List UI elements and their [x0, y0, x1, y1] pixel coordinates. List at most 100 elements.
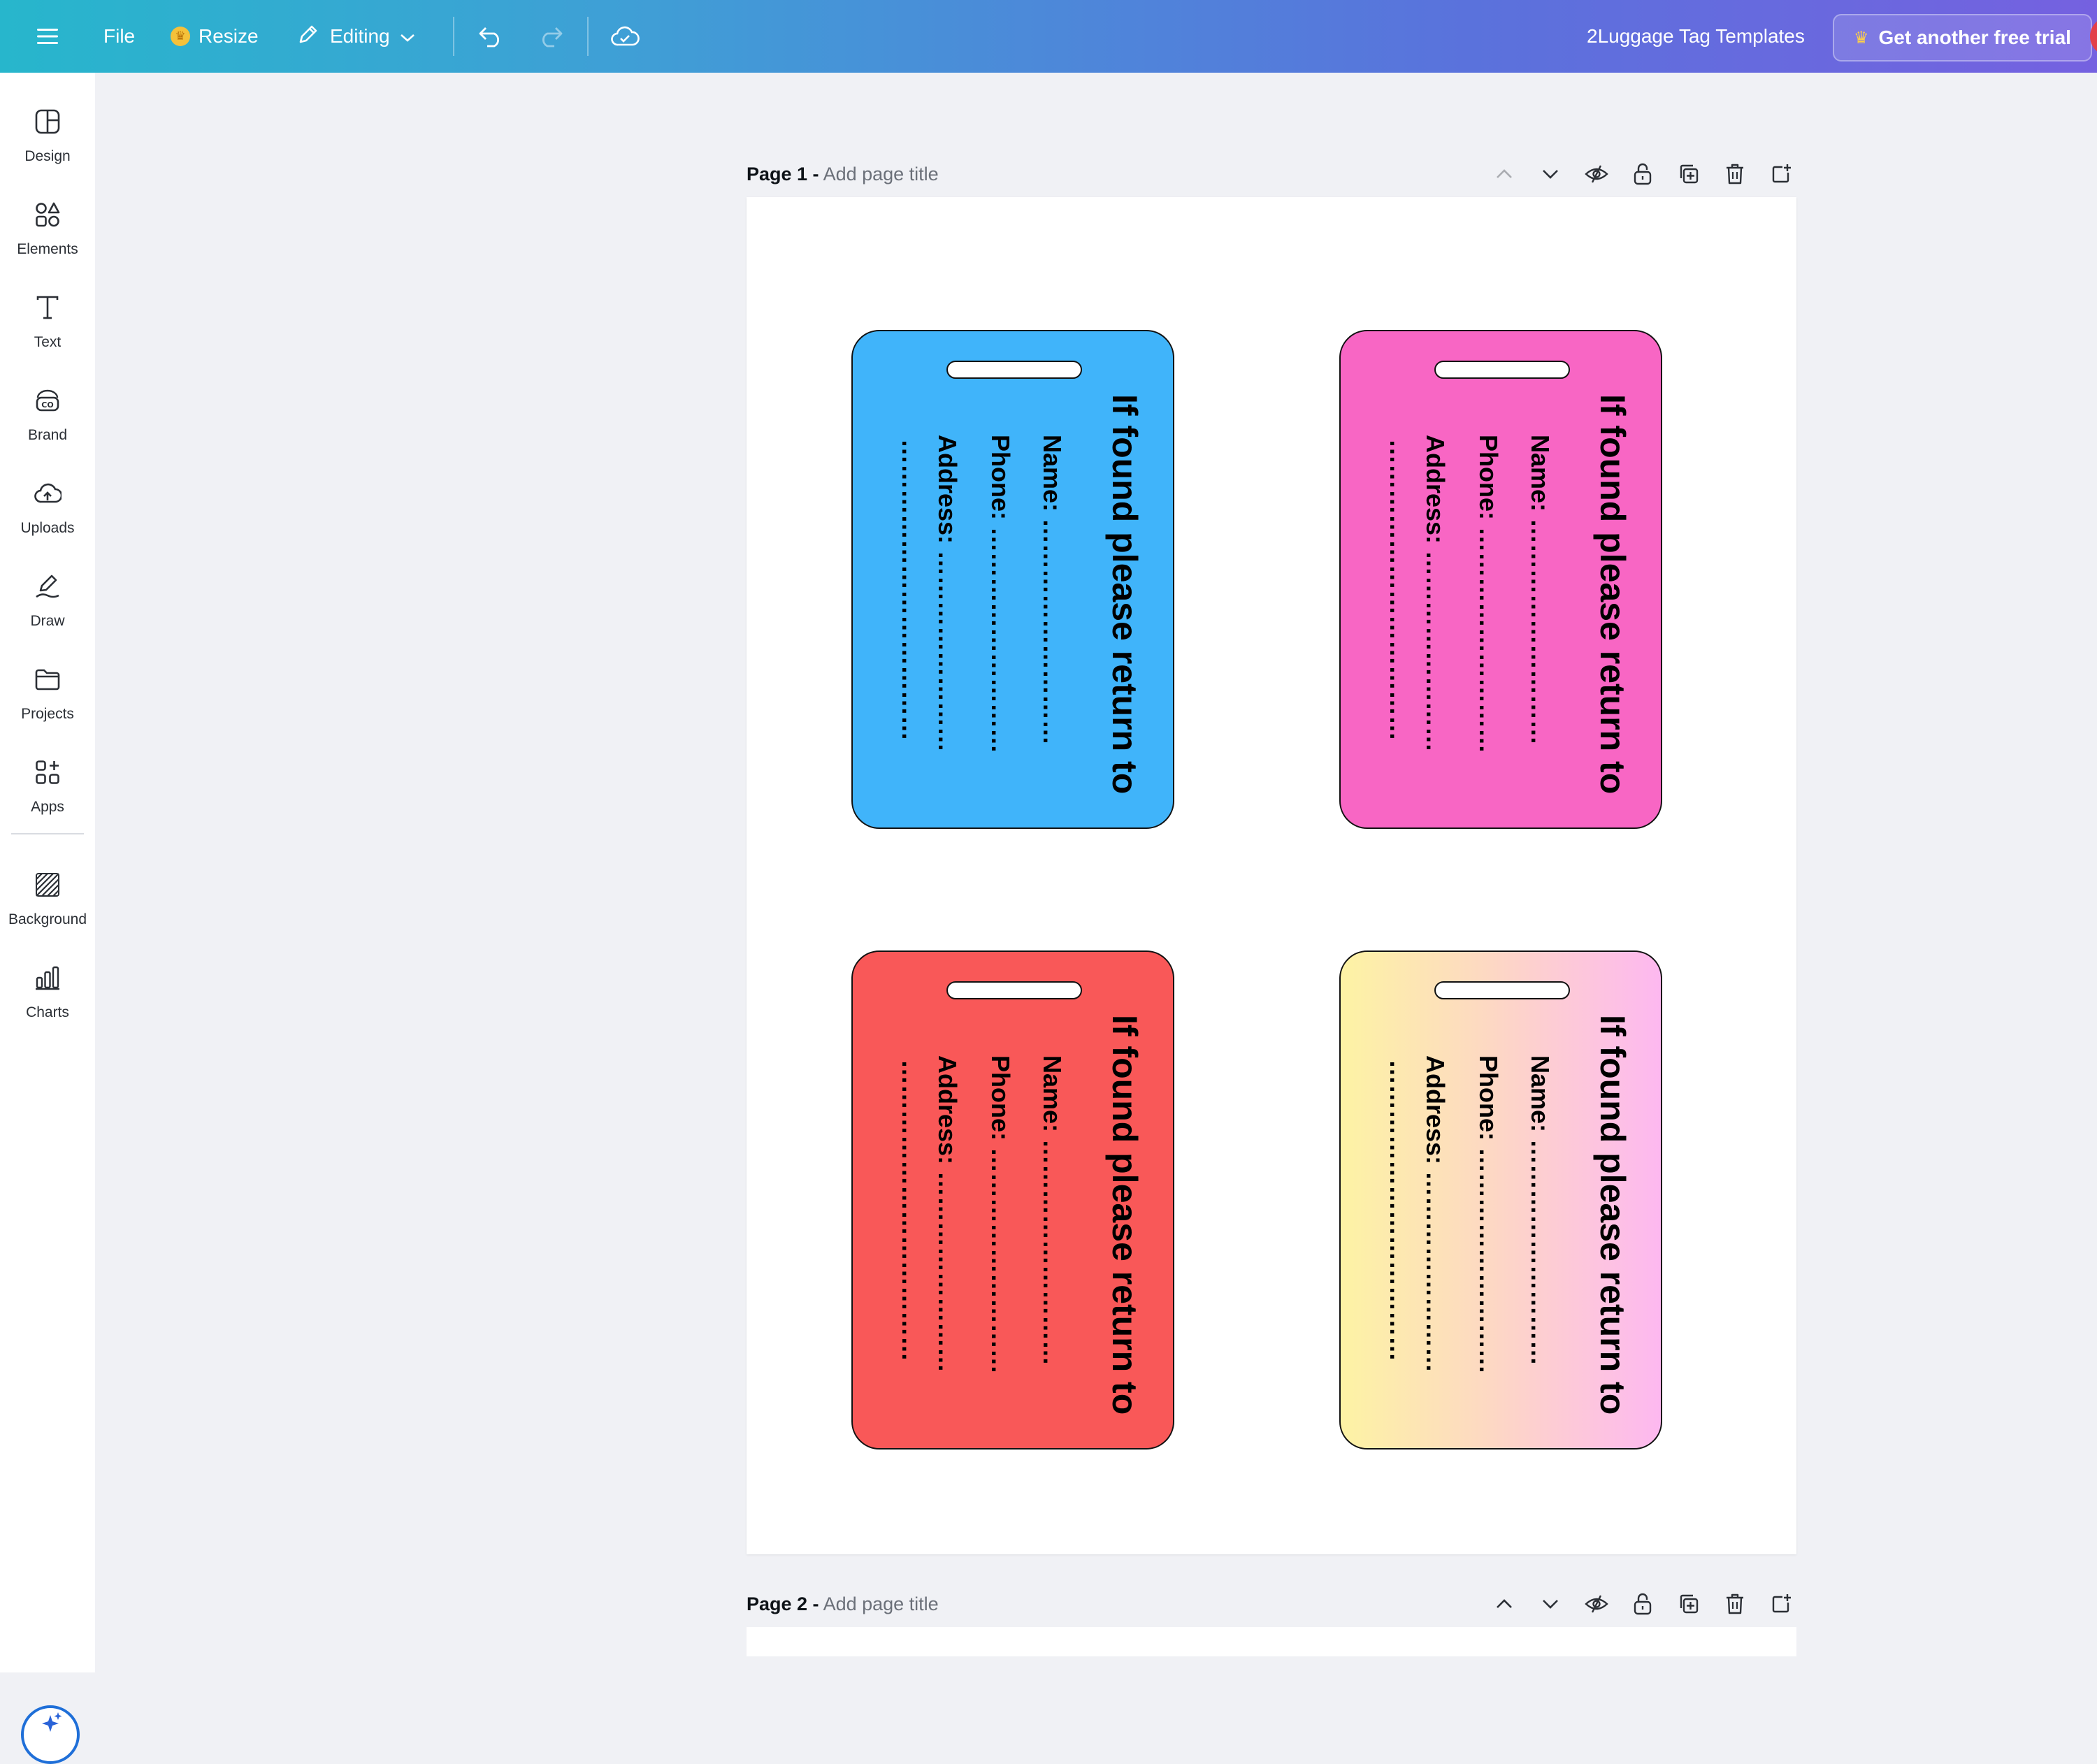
add-page-title-input[interactable]: Add page title [823, 1593, 939, 1614]
sidebar-item-projects[interactable]: Projects [0, 660, 95, 744]
hide-page-icon[interactable] [1581, 1589, 1612, 1619]
sidebar-item-label: Projects [21, 706, 74, 722]
design-page-1[interactable]: If found please return to Name: ……………………… [747, 197, 1796, 1554]
tag-text-group: If found please return to Name: ……………………… [853, 389, 1173, 794]
tag-title[interactable]: If found please return to [1104, 1015, 1145, 1415]
tag-blank-line[interactable]: ……………………………… [896, 1060, 925, 1361]
lock-page-icon[interactable] [1627, 159, 1658, 189]
magic-assistant-button[interactable] [21, 1705, 80, 1764]
page-2-header: Page 2 - Add page title [747, 1586, 1796, 1621]
hamburger-menu-icon[interactable] [31, 0, 64, 73]
tag-strap-slot [946, 981, 1082, 999]
editing-label: Editing [330, 25, 390, 47]
cloud-upload-icon [31, 477, 64, 510]
background-pattern-icon [31, 868, 64, 902]
sidebar-item-apps[interactable]: Apps [0, 753, 95, 837]
bar-chart-icon [31, 961, 64, 995]
toolbar-divider [587, 17, 589, 56]
crown-icon: ♛ [1854, 28, 1869, 48]
document-title[interactable]: 2Luggage Tag Templates [1587, 0, 1805, 73]
resize-label: Resize [199, 25, 259, 47]
file-menu-button[interactable]: File [103, 0, 135, 73]
tag-phone-line[interactable]: Phone: ……………………… [1473, 435, 1503, 753]
sidebar-item-label: Text [34, 334, 62, 350]
left-sidebar: Design Elements Text CO Brand Uploads Dr… [0, 73, 95, 1764]
page-2-label: Page 2 - Add page title [747, 1593, 939, 1615]
cloud-saved-icon[interactable] [608, 0, 642, 73]
sidebar-item-label: Draw [30, 613, 65, 629]
luggage-tag-pink[interactable]: If found please return to Name: ……………………… [1339, 330, 1662, 829]
luggage-tag-gradient[interactable]: If found please return to Name: ……………………… [1339, 950, 1662, 1449]
tag-blank-line[interactable]: ……………………………… [1384, 439, 1413, 741]
text-t-icon [31, 291, 64, 324]
sidebar-item-elements[interactable]: Elements [0, 195, 95, 279]
sidebar-item-label: Apps [31, 799, 64, 815]
sidebar-item-label: Elements [17, 241, 78, 257]
toolbar-divider [453, 17, 454, 56]
page-1-header: Page 1 - Add page title [747, 157, 1796, 191]
delete-page-icon[interactable] [1720, 159, 1750, 189]
luggage-tag-red[interactable]: If found please return to Name: ……………………… [851, 950, 1174, 1449]
sidebar-item-label: Background [8, 911, 87, 927]
tag-phone-line[interactable]: Phone: ……………………… [986, 1055, 1015, 1374]
lock-page-icon[interactable] [1627, 1589, 1658, 1619]
tag-phone-line[interactable]: Phone: ……………………… [986, 435, 1015, 753]
sidebar-item-text[interactable]: Text [0, 288, 95, 372]
hide-page-icon[interactable] [1581, 159, 1612, 189]
add-page-icon[interactable] [1766, 159, 1796, 189]
move-page-down-icon[interactable] [1535, 1589, 1566, 1619]
undo-icon[interactable] [475, 0, 506, 73]
tag-strap-slot [946, 361, 1082, 379]
editing-mode-dropdown[interactable]: Editing [296, 0, 415, 73]
move-page-up-icon[interactable] [1489, 159, 1520, 189]
pencil-icon [296, 22, 320, 51]
free-trial-button[interactable]: ♛ Get another free trial [1833, 14, 2092, 62]
move-page-down-icon[interactable] [1535, 159, 1566, 189]
tag-text-group: If found please return to Name: ……………………… [1341, 1009, 1661, 1415]
delete-page-icon[interactable] [1720, 1589, 1750, 1619]
duplicate-page-icon[interactable] [1673, 159, 1704, 189]
page-toolbar [1489, 157, 1796, 191]
tag-title[interactable]: If found please return to [1592, 394, 1633, 794]
tag-strap-slot [1434, 981, 1570, 999]
add-page-title-input[interactable]: Add page title [823, 164, 939, 185]
tag-address-line[interactable]: Address: …………………… [1420, 435, 1450, 752]
sidebar-item-design[interactable]: Design [0, 102, 95, 186]
sidebar-item-draw[interactable]: Draw [0, 567, 95, 651]
sidebar-item-charts[interactable]: Charts [0, 958, 95, 1042]
tag-phone-line[interactable]: Phone: ……………………… [1473, 1055, 1503, 1374]
luggage-tag-blue[interactable]: If found please return to Name: ……………………… [851, 330, 1174, 829]
tag-address-line[interactable]: Address: …………………… [1420, 1055, 1450, 1373]
design-page-2[interactable] [747, 1627, 1796, 1656]
tag-name-line[interactable]: Name: ……………………… [1037, 1055, 1067, 1366]
tag-name-line[interactable]: Name: ……………………… [1525, 435, 1555, 745]
brand-kit-icon: CO [31, 384, 64, 417]
crown-icon: ♛ [171, 27, 190, 46]
page-number: Page 2 - [747, 1593, 819, 1614]
tag-name-line[interactable]: Name: ……………………… [1037, 435, 1067, 745]
page-toolbar [1489, 1586, 1796, 1621]
tag-title[interactable]: If found please return to [1592, 1015, 1633, 1415]
tag-name-line[interactable]: Name: ……………………… [1525, 1055, 1555, 1366]
redo-icon[interactable] [535, 0, 566, 73]
free-trial-label: Get another free trial [1878, 27, 2071, 48]
document-title-label: 2Luggage Tag Templates [1587, 25, 1805, 47]
sidebar-item-background[interactable]: Background [0, 865, 95, 949]
move-page-up-icon[interactable] [1489, 1589, 1520, 1619]
tag-address-line[interactable]: Address: …………………… [932, 435, 962, 752]
sidebar-item-brand[interactable]: CO Brand [0, 381, 95, 465]
resize-button[interactable]: ♛ Resize [171, 0, 259, 73]
tag-blank-line[interactable]: ……………………………… [896, 439, 925, 741]
sidebar-item-uploads[interactable]: Uploads [0, 474, 95, 558]
duplicate-page-icon[interactable] [1673, 1589, 1704, 1619]
tag-title[interactable]: If found please return to [1104, 394, 1145, 794]
sidebar-item-label: Design [24, 148, 71, 164]
tag-strap-slot [1434, 361, 1570, 379]
add-page-icon[interactable] [1766, 1589, 1796, 1619]
file-menu-label: File [103, 25, 136, 47]
tag-blank-line[interactable]: ……………………………… [1384, 1060, 1413, 1361]
sidebar-item-label: Uploads [20, 520, 75, 536]
tag-address-line[interactable]: Address: …………………… [932, 1055, 962, 1373]
design-layout-icon [31, 105, 64, 138]
sidebar-divider [11, 833, 84, 834]
